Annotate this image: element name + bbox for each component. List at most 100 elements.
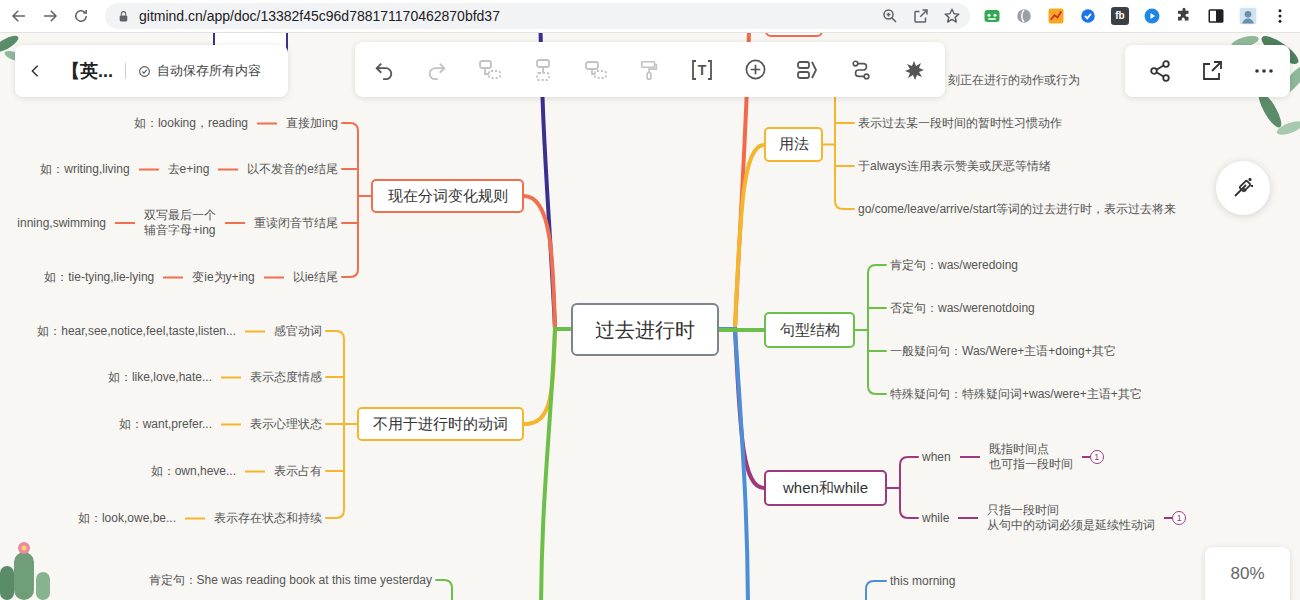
connector-line: [115, 222, 135, 224]
extension-button[interactable]: [1044, 4, 1068, 28]
undo-icon: [373, 59, 395, 81]
back-arrow-icon: [10, 7, 28, 25]
redo-button[interactable]: [425, 58, 449, 82]
document-title[interactable]: 【英...: [62, 58, 113, 85]
share-page-icon[interactable]: [912, 7, 930, 25]
leaf-row[interactable]: when 既指时间点 也可指一段时间 1: [922, 442, 1104, 472]
redo-icon: [426, 59, 448, 81]
leaf-row[interactable]: 于always连用表示赞美或厌恶等情绪: [858, 159, 1051, 174]
connector-line: [264, 276, 284, 278]
branch-node[interactable]: when和while: [764, 470, 887, 506]
leaf-row[interactable]: 否定句：was/werenotdoing: [890, 301, 1035, 316]
magic-tool-button[interactable]: [1216, 161, 1270, 215]
leaf-row[interactable]: 一般疑问句：Was/Were+主语+doing+其它: [890, 344, 1116, 359]
profile-button[interactable]: [1236, 4, 1260, 28]
partial-node[interactable]: [765, 33, 823, 37]
reload-button[interactable]: [69, 4, 93, 28]
extensions-menu-button[interactable]: [1172, 4, 1196, 28]
undo-button[interactable]: [372, 58, 396, 82]
leaf-row[interactable]: 刻正在进行的动作或行为: [948, 73, 1080, 88]
example-text: 如：look,owe,be...: [78, 511, 176, 526]
leaf-text: while: [922, 511, 949, 526]
leaf-row[interactable]: go/come/leave/arrive/start等词的过去进行时，表示过去将…: [858, 202, 1176, 217]
url-text[interactable]: gitmind.cn/app/doc/13382f45c96d788171170…: [139, 6, 500, 27]
check-badge-icon: [1079, 7, 1097, 25]
branch-node[interactable]: 现在分词变化规则: [371, 179, 524, 213]
zoom-icon[interactable]: [881, 7, 899, 25]
example-text: 如：hear,see,notice,feel,taste,listen...: [37, 324, 236, 339]
connector-line: [1082, 456, 1090, 458]
connector-line: [257, 122, 277, 124]
note-text: 既指时间点 也可指一段时间: [989, 442, 1073, 472]
text-tool-glyph: T: [698, 63, 707, 77]
connector-line: [163, 276, 183, 278]
branch-node[interactable]: 句型结构: [764, 312, 855, 348]
leaf-row[interactable]: 如：look,owe,be...表示存在状态和持续: [78, 511, 322, 526]
leaf-text: 肯定句：She was reading book at this time ye…: [149, 573, 432, 588]
address-bar[interactable]: gitmind.cn/app/doc/13382f45c96d788171170…: [105, 3, 970, 29]
branch-curve: [719, 328, 764, 332]
bookmark-star-icon[interactable]: [943, 7, 961, 25]
leaf-row[interactable]: 肯定句：was/weredoing: [890, 258, 1018, 273]
leaf-row[interactable]: while只指一段时间 从句中的动词必须是延续性动词1: [922, 503, 1186, 533]
leaf-row[interactable]: 如：own,heve...表示占有: [151, 464, 322, 479]
back-button[interactable]: [7, 4, 31, 28]
forward-button[interactable]: [38, 4, 62, 28]
leaf-text: 一般疑问句：Was/Were+主语+doing+其它: [890, 344, 1116, 359]
text-tool-button[interactable]: T: [690, 58, 714, 82]
extension-button[interactable]: [1076, 4, 1100, 28]
share-icon[interactable]: [1148, 59, 1172, 83]
leaf-row[interactable]: 如：like,love,hate...表示态度情感: [108, 370, 322, 385]
side-panel-button[interactable]: [1204, 4, 1228, 28]
leaf-row[interactable]: 肯定句：She was reading book at this time ye…: [149, 573, 432, 588]
leaf-row[interactable]: 特殊疑问句：特殊疑问词+was/were+主语+其它: [890, 387, 1142, 402]
rule-text: 去e+ing: [168, 162, 210, 177]
zoom-text: 80%: [1230, 561, 1264, 600]
browser-menu-button[interactable]: [1268, 4, 1292, 28]
leaf-row[interactable]: 表示过去某一段时间的暂时性习惯动作: [858, 116, 1062, 131]
extension-button[interactable]: [1140, 4, 1164, 28]
insert-button[interactable]: [743, 58, 767, 82]
add-sibling-button[interactable]: [531, 58, 555, 82]
style-button[interactable]: [902, 58, 926, 82]
leaf-text: 直接加ing: [286, 116, 338, 131]
leaf-text: 以ie结尾: [293, 270, 338, 285]
branch-curve: [719, 145, 764, 329]
summary-button[interactable]: [796, 58, 820, 82]
export-icon[interactable]: [1200, 59, 1224, 83]
note-count-badge[interactable]: 1: [1090, 450, 1104, 464]
leaf-text: 否定句：was/werenotdoing: [890, 301, 1035, 316]
add-parent-button[interactable]: [584, 58, 608, 82]
leaf-row[interactable]: 如：hear,see,notice,feel,taste,listen...感官…: [37, 324, 322, 339]
root-node[interactable]: 过去进行时: [571, 303, 719, 356]
branch-node[interactable]: 不用于进行时的动词: [357, 407, 524, 441]
example-text: 如：tie-tying,lie-lying: [44, 270, 154, 285]
format-painter-icon: [638, 59, 660, 81]
more-dots-icon[interactable]: [1252, 59, 1276, 83]
bracket-line: [436, 580, 452, 600]
branch-curve: [541, 329, 571, 600]
zoom-level[interactable]: 80%: [1205, 547, 1290, 600]
leaf-row[interactable]: 如：writing,living去e+ing以不发音的e结尾: [40, 162, 338, 177]
leaf-text: when: [922, 450, 951, 465]
extension-button[interactable]: [980, 4, 1004, 28]
example-text: 如：want,prefer...: [119, 417, 212, 432]
format-painter-button[interactable]: [637, 58, 661, 82]
extension-button[interactable]: [1012, 4, 1036, 28]
leaf-row[interactable]: this morning: [890, 574, 955, 589]
leaf-row[interactable]: inning,swimming双写最后一个 辅音字母+ing重读闭音节结尾: [17, 208, 338, 238]
branch-node[interactable]: 用法: [764, 127, 823, 162]
leaf-row[interactable]: 如：looking，reading直接加ing: [134, 116, 338, 131]
leaf-text: go/come/leave/arrive/start等词的过去进行时，表示过去将…: [858, 202, 1176, 217]
mindmap-canvas[interactable]: 现在分词变化规则 如：looking，reading直接加ing 如：writing…: [0, 33, 1300, 600]
leaf-row[interactable]: 如：tie-tying,lie-lying变ie为y+ing以ie结尾: [44, 270, 338, 285]
extension-button[interactable]: fb: [1108, 4, 1132, 28]
example-text: 如：writing,living: [40, 162, 129, 177]
leaf-row[interactable]: 如：want,prefer...表示心理状态: [119, 417, 322, 432]
note-count-badge[interactable]: 1: [1172, 511, 1186, 525]
relation-line-button[interactable]: [849, 58, 873, 82]
add-child-button[interactable]: [478, 58, 502, 82]
leaf-text: 表示态度情感: [250, 370, 322, 385]
back-chevron-icon[interactable]: [27, 60, 43, 82]
branch-curve: [524, 196, 571, 329]
